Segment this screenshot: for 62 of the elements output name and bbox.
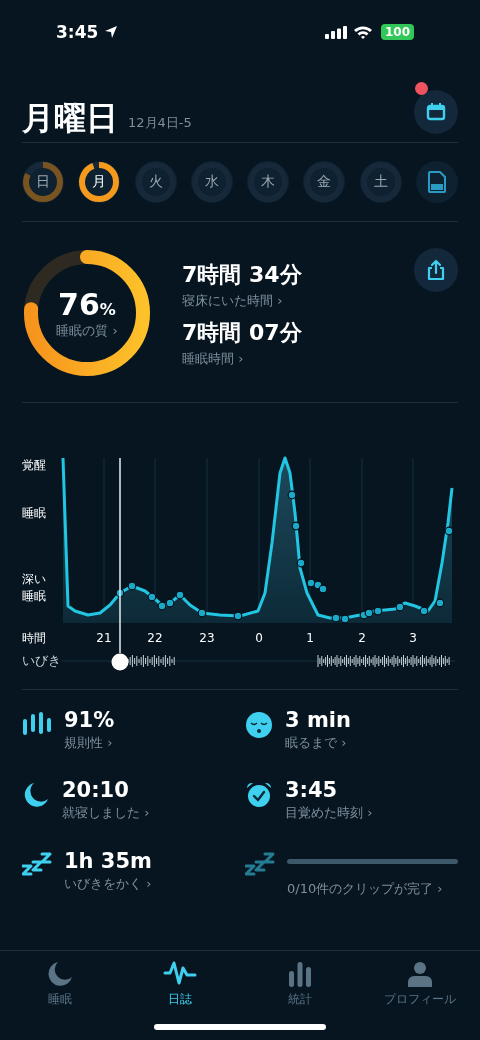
day-button[interactable]: 日	[22, 161, 64, 203]
share-icon	[426, 259, 446, 281]
quality-link[interactable]: 睡眠の質 ›	[56, 321, 118, 340]
share-button[interactable]	[414, 248, 458, 292]
day-button[interactable]: 火	[134, 161, 177, 203]
tab[interactable]: 統計	[240, 961, 360, 1008]
day-button[interactable]: 木	[247, 161, 290, 203]
tab[interactable]: プロフィール	[360, 961, 480, 1008]
location-arrow-icon	[104, 25, 119, 39]
hour-label: 2	[358, 631, 366, 645]
stat-link[interactable]: 目覚めた時刻 ›	[285, 804, 458, 823]
moon-icon	[22, 781, 50, 810]
wave-icon	[163, 961, 197, 987]
calendar-icon	[426, 102, 446, 122]
day-button[interactable]: 土	[359, 161, 402, 203]
stat-link[interactable]: いびきをかく ›	[64, 874, 245, 893]
hour-label: 22	[147, 631, 163, 645]
hour-label: 23	[199, 631, 215, 645]
status-time: 3:45	[56, 22, 99, 42]
moon-icon	[47, 961, 73, 987]
hour-label: 1	[306, 631, 314, 645]
hour-label: 21	[96, 631, 112, 645]
calendar-button[interactable]	[414, 90, 458, 134]
day-title: 月曜日	[22, 102, 118, 134]
stat-value: 3 min	[285, 708, 352, 732]
quality-score: 76	[58, 286, 100, 322]
scrubber-handle[interactable]	[111, 653, 129, 671]
stage-label: 睡眠	[22, 506, 46, 520]
sleeping-face-icon	[245, 711, 273, 739]
duration-value: 7時間 07分	[182, 319, 303, 347]
duration-value: 7時間 34分	[182, 261, 303, 289]
hour-label: 0	[255, 631, 263, 645]
tab[interactable]: 日誌	[120, 961, 240, 1008]
stat-link[interactable]: 0/10件のクリップが完了 ›	[287, 879, 458, 898]
day-button[interactable]: 金	[303, 161, 346, 203]
date-label: 12月4日-5	[128, 114, 192, 132]
snore-label: いびき	[22, 653, 61, 668]
stat-value: 1h 35m	[64, 848, 153, 873]
axis-title: 時間	[22, 631, 46, 645]
duration-link[interactable]: 睡眠時間 ›	[182, 350, 384, 368]
stat-value: 20:10	[62, 778, 130, 803]
wifi-icon	[352, 25, 373, 39]
signal-icon	[324, 25, 347, 39]
day-button[interactable]: 水	[190, 161, 233, 203]
report-button[interactable]	[415, 161, 458, 203]
person-icon	[407, 961, 433, 987]
stat-value: 3:45	[285, 778, 339, 803]
stage-label: 覚醒	[22, 458, 46, 472]
percent-unit: %	[99, 299, 116, 319]
hour-label: 3	[409, 631, 417, 645]
tab[interactable]: 睡眠	[0, 961, 120, 1008]
duration-link[interactable]: 寝床にいた時間 ›	[182, 292, 384, 310]
stat-link[interactable]: 就寝しました ›	[62, 804, 245, 823]
day-button[interactable]: 月	[78, 161, 121, 203]
battery-level: 100	[380, 24, 414, 40]
stat-link[interactable]: 規則性 ›	[64, 734, 245, 752]
stat-link[interactable]: 眠るまで ›	[285, 734, 458, 752]
stage-label: 深い睡眠	[22, 572, 46, 603]
stat-value: 91%	[64, 708, 116, 732]
bar-chart-icon	[287, 961, 313, 987]
alarm-clock-icon	[245, 781, 273, 810]
document-icon	[427, 171, 446, 193]
